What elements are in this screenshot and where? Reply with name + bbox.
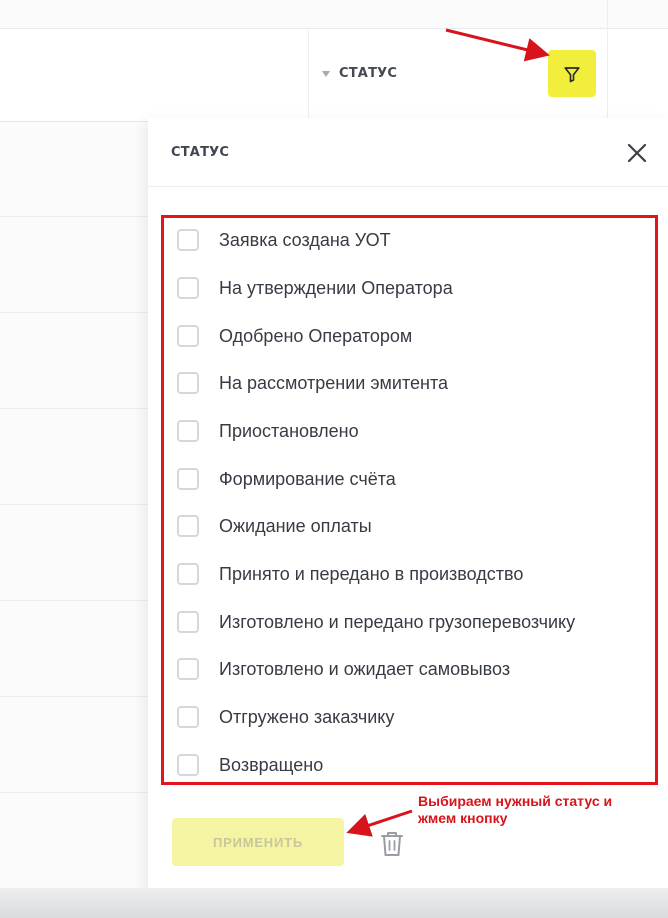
trash-icon xyxy=(381,832,403,856)
option-checkbox[interactable] xyxy=(177,658,199,680)
filter-icon xyxy=(564,66,580,82)
option-item[interactable]: Ожидание оплаты xyxy=(177,515,372,537)
status-column-header[interactable]: СТАТУС xyxy=(322,66,397,81)
status-column-title: СТАТУС xyxy=(339,66,398,81)
option-label: Изготовлено и передано грузоперевозчику xyxy=(219,611,576,632)
apply-button-label: ПРИМЕНИТЬ xyxy=(212,834,304,850)
annotation-line: Выбираем нужный статус и xyxy=(418,793,613,809)
option-label: Изготовлено и ожидает самовывоз xyxy=(219,658,511,679)
apply-button[interactable]: ПРИМЕНИТЬ xyxy=(172,818,344,866)
option-item[interactable]: На утверждении Оператора xyxy=(177,277,453,299)
option-item[interactable]: Одобрено Оператором xyxy=(177,325,412,347)
option-item[interactable]: Отгружено заказчику xyxy=(177,706,394,728)
bottom-shadow xyxy=(0,888,668,918)
option-label: Заявка создана УОТ xyxy=(219,229,391,250)
clear-filter-button[interactable] xyxy=(379,830,405,858)
option-label: Одобрено Оператором xyxy=(219,325,413,346)
option-item[interactable]: Формирование счёта xyxy=(177,468,396,490)
annotation-line: жмем кнопку xyxy=(418,810,508,826)
close-button[interactable] xyxy=(625,141,649,165)
column-divider xyxy=(607,0,608,122)
option-item[interactable]: На рассмотрении эмитента xyxy=(177,372,448,394)
option-item[interactable]: Изготовлено и передано грузоперевозчику xyxy=(177,611,575,633)
annotation-text: Выбираем нужный статус и жмем кнопку xyxy=(418,793,658,827)
option-checkbox[interactable] xyxy=(177,325,199,347)
option-label: Отгружено заказчику xyxy=(219,706,395,727)
option-label: На рассмотрении эмитента xyxy=(219,372,448,393)
option-item[interactable]: Заявка создана УОТ xyxy=(177,229,391,251)
option-label: Формирование счёта xyxy=(219,468,396,489)
option-label: На утверждении Оператора xyxy=(219,277,453,298)
panel-header: СТАТУС xyxy=(148,118,668,187)
option-item[interactable]: Изготовлено и ожидает самовывоз xyxy=(177,658,510,680)
option-label: Принято и передано в производство xyxy=(219,563,524,584)
option-checkbox[interactable] xyxy=(177,229,199,251)
option-checkbox[interactable] xyxy=(177,563,199,585)
page: СТАТУС СТАТУС Заявка создана УОТ На утве xyxy=(0,0,668,918)
option-checkbox[interactable] xyxy=(177,277,199,299)
option-checkbox[interactable] xyxy=(177,706,199,728)
option-checkbox[interactable] xyxy=(177,372,199,394)
option-item[interactable]: Принято и передано в производство xyxy=(177,563,523,585)
option-checkbox[interactable] xyxy=(177,754,199,776)
option-checkbox[interactable] xyxy=(177,468,199,490)
panel-title: СТАТУС xyxy=(171,145,230,160)
option-label: Приостановлено xyxy=(219,420,359,441)
option-checkbox[interactable] xyxy=(177,515,199,537)
option-label: Ожидание оплаты xyxy=(219,515,372,536)
close-icon xyxy=(627,143,647,163)
option-checkbox[interactable] xyxy=(177,420,199,442)
option-label: Возвращено xyxy=(219,754,324,775)
option-item[interactable]: Возвращено xyxy=(177,754,323,776)
sort-arrow-icon[interactable] xyxy=(322,70,330,77)
options-highlight xyxy=(161,215,658,785)
option-checkbox[interactable] xyxy=(177,611,199,633)
option-item[interactable]: Приостановлено xyxy=(177,420,359,442)
filter-button[interactable] xyxy=(548,50,596,97)
